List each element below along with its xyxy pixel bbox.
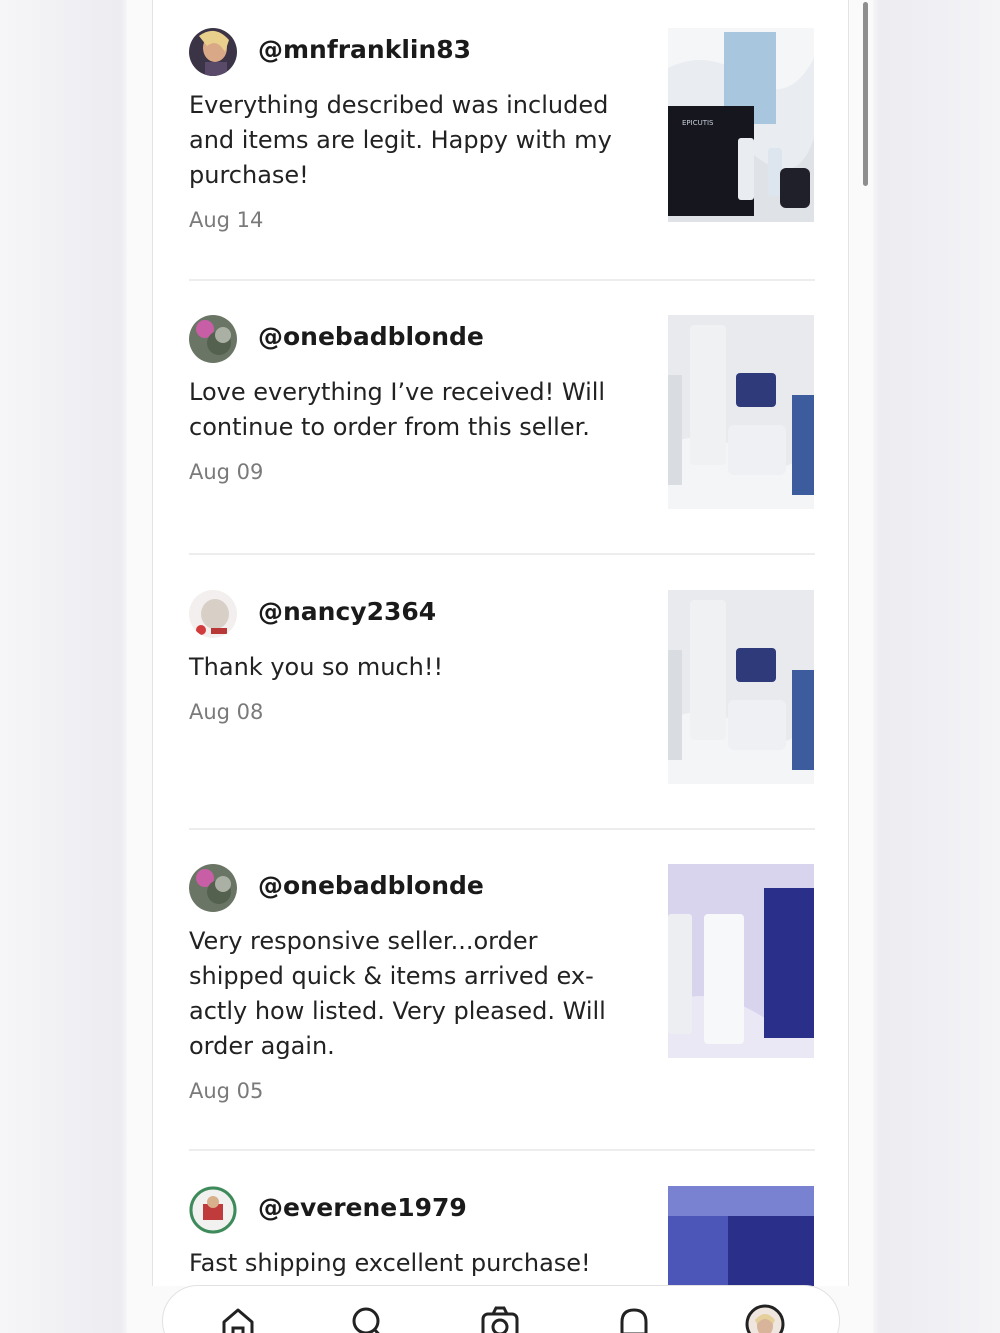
review-item: @onebadblonde Love everything I’ve recei… bbox=[189, 315, 815, 515]
review-date: Aug 05 bbox=[189, 1079, 264, 1103]
app-screen: @mnfranklin83 Everything described was i… bbox=[127, 0, 873, 1333]
search-icon bbox=[348, 1304, 388, 1333]
profile-avatar bbox=[745, 1304, 785, 1333]
reviewer-username[interactable]: @mnfranklin83 bbox=[258, 35, 471, 64]
review-text: Very responsive seller...order shipped q… bbox=[189, 927, 606, 1060]
divider bbox=[189, 828, 815, 830]
review-photo[interactable] bbox=[668, 1186, 814, 1286]
reviewer-username[interactable]: @everene1979 bbox=[258, 1193, 467, 1222]
review-text: Love everything I’ve received! Will cont… bbox=[189, 378, 606, 441]
review-item: @nancy2364 Thank you so much!! Aug 08 bbox=[189, 590, 815, 790]
review-item: @everene1979 Fast shipping excellent pur… bbox=[189, 1186, 815, 1286]
review-photo[interactable] bbox=[668, 590, 814, 784]
reviews-list: @mnfranklin83 Everything described was i… bbox=[152, 0, 849, 1286]
home-icon bbox=[218, 1304, 258, 1333]
avatar[interactable] bbox=[189, 864, 237, 912]
review-text: Everything described was included and it… bbox=[189, 91, 612, 189]
avatar[interactable] bbox=[189, 28, 237, 76]
review-item: @onebadblonde Very responsive seller...o… bbox=[189, 864, 815, 1114]
divider bbox=[189, 553, 815, 555]
avatar[interactable] bbox=[189, 1186, 237, 1234]
divider bbox=[189, 1149, 815, 1151]
review-text: Fast shipping excellent purchase! bbox=[189, 1249, 591, 1277]
reviewer-username[interactable]: @onebadblonde bbox=[258, 322, 484, 351]
nav-sell-button[interactable] bbox=[480, 1304, 520, 1333]
review-text: Thank you so much!! bbox=[189, 653, 444, 681]
scrollbar[interactable] bbox=[863, 2, 868, 186]
review-date: Aug 09 bbox=[189, 460, 264, 484]
camera-icon bbox=[480, 1304, 520, 1333]
review-photo[interactable] bbox=[668, 864, 814, 1058]
review-item: @mnfranklin83 Everything described was i… bbox=[189, 28, 815, 248]
review-date: Aug 14 bbox=[189, 208, 264, 232]
photo-brand-label: EPICUTIS bbox=[682, 119, 714, 127]
reviewer-username[interactable]: @onebadblonde bbox=[258, 871, 484, 900]
reviewer-username[interactable]: @nancy2364 bbox=[258, 597, 436, 626]
nav-search-button[interactable] bbox=[348, 1304, 388, 1333]
review-photo[interactable] bbox=[668, 315, 814, 509]
bottom-nav bbox=[162, 1285, 840, 1333]
divider bbox=[189, 279, 815, 281]
review-photo[interactable]: EPICUTIS bbox=[668, 28, 814, 222]
nav-home-button[interactable] bbox=[218, 1304, 258, 1333]
bell-icon bbox=[614, 1304, 654, 1333]
nav-notifications-button[interactable] bbox=[614, 1304, 654, 1333]
nav-profile-button[interactable] bbox=[745, 1304, 785, 1333]
avatar[interactable] bbox=[189, 315, 237, 363]
avatar[interactable] bbox=[189, 590, 237, 638]
review-date: Aug 08 bbox=[189, 700, 264, 724]
